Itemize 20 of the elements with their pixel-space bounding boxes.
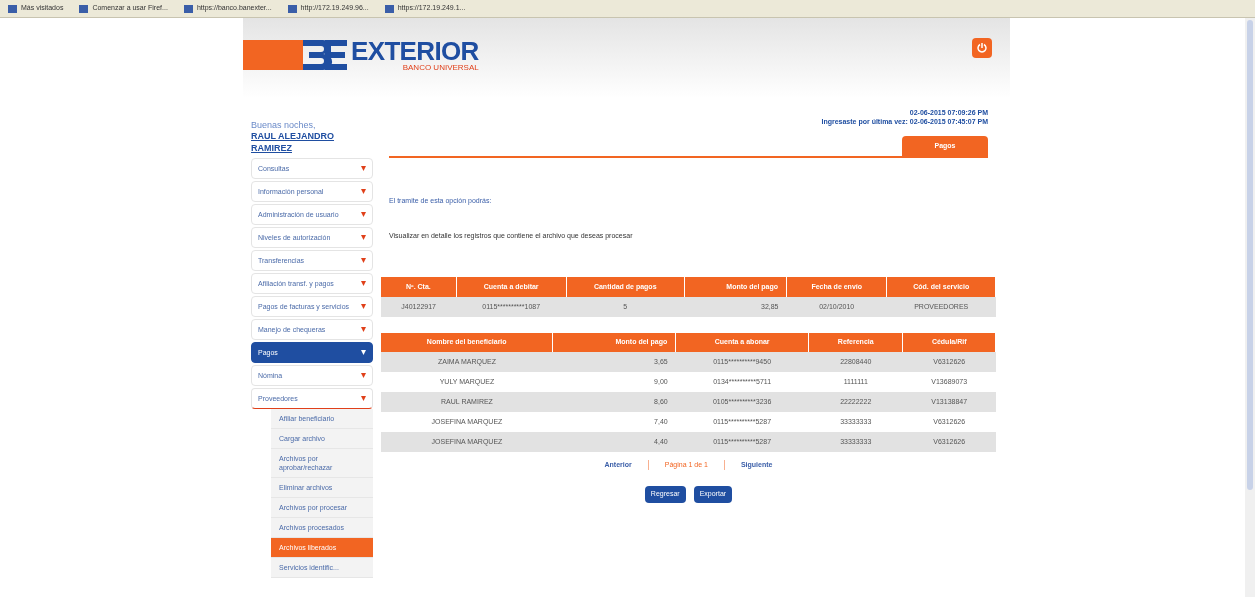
arrow-icon [361, 165, 366, 171]
logo-wordmark: EXTERIOR [351, 38, 479, 64]
arrow-icon [361, 395, 366, 401]
logo-bar [243, 40, 303, 70]
arrow-icon [361, 372, 366, 378]
power-button[interactable] [972, 38, 992, 58]
scrollbar[interactable] [1245, 18, 1255, 597]
arrow-icon [361, 234, 366, 240]
power-icon [976, 42, 988, 54]
logo-mark-icon [303, 40, 347, 70]
greeting-text: Buenas noches, [251, 120, 317, 132]
arrow-icon [361, 188, 366, 194]
arrow-icon [361, 303, 366, 309]
arrow-icon [361, 257, 366, 263]
arrow-icon [361, 211, 366, 217]
user-name: RAUL ALEJANDRO RAMIREZ [251, 131, 335, 154]
arrow-icon [361, 326, 366, 332]
arrow-icon [361, 349, 366, 355]
arrow-icon [361, 280, 366, 286]
logo-tagline: BANCO UNIVERSAL [402, 64, 479, 72]
